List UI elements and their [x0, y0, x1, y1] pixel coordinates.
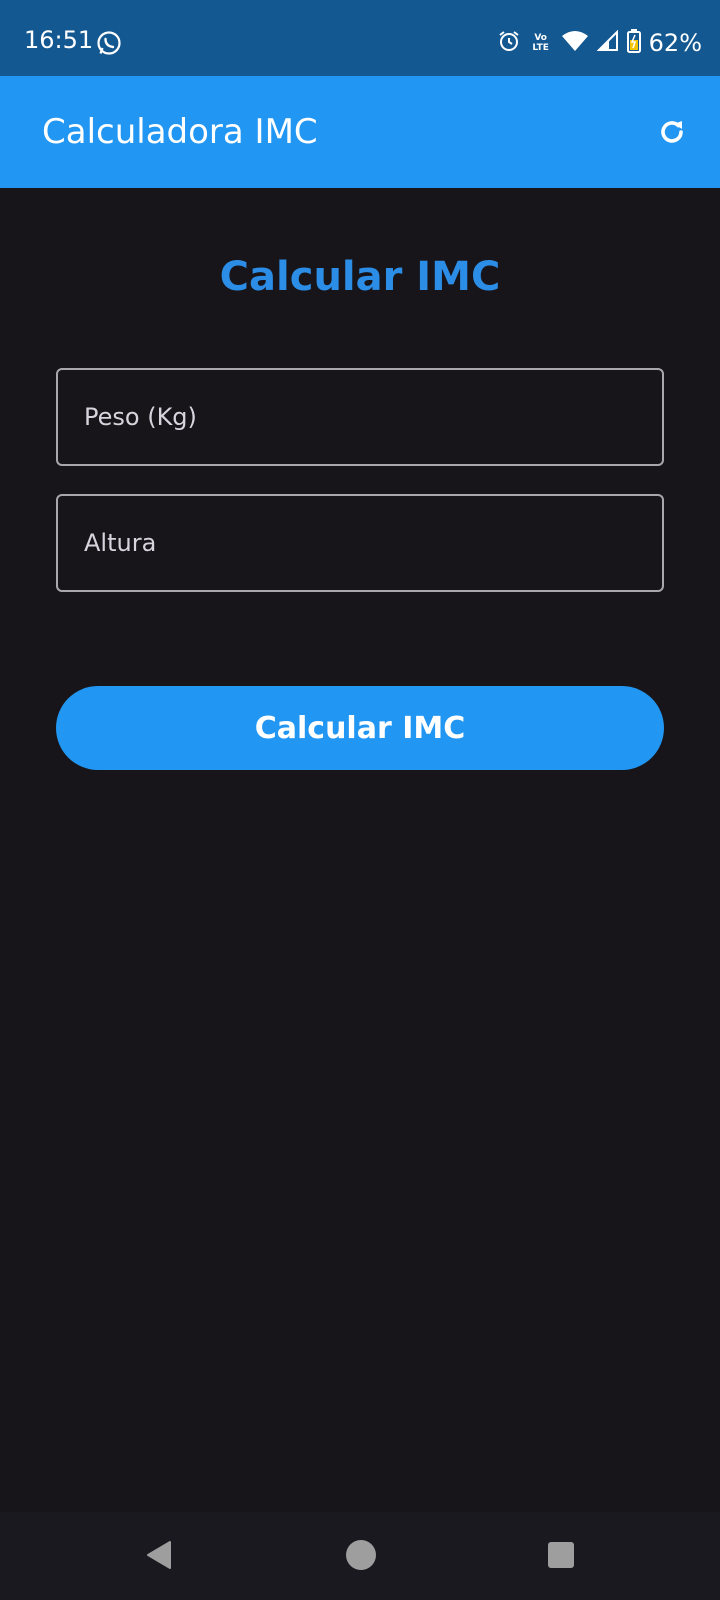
app-title: Calculadora IMC [42, 112, 318, 152]
calculate-button-label: Calcular IMC [254, 710, 466, 746]
wifi-icon [561, 30, 589, 56]
page-title: Calcular IMC [219, 254, 501, 300]
altura-placeholder: Altura [84, 529, 157, 557]
refresh-icon [661, 121, 683, 143]
volte-icon: Vo LTE [529, 33, 553, 53]
recents-icon[interactable] [548, 1542, 574, 1568]
status-bar: 16:51 Vo LTE 62% [0, 0, 720, 76]
volte-line1: Vo [534, 33, 547, 43]
volte-line2: LTE [532, 43, 549, 53]
status-icons: Vo LTE 62% [497, 28, 702, 58]
peso-input[interactable]: Peso (Kg) [56, 368, 664, 466]
battery-icon [626, 29, 641, 57]
battery-percent: 62% [648, 29, 702, 57]
altura-input[interactable]: Altura [56, 494, 664, 592]
calculate-button[interactable]: Calcular IMC [56, 686, 664, 770]
alarm-icon [497, 29, 521, 57]
status-time: 16:51 [24, 26, 94, 54]
app-bar: Calculadora IMC [0, 76, 720, 188]
refresh-button[interactable] [654, 114, 690, 150]
back-icon[interactable] [146, 1540, 172, 1574]
signal-icon [596, 29, 619, 56]
whatsapp-icon [96, 30, 122, 56]
peso-placeholder: Peso (Kg) [84, 403, 197, 431]
home-icon[interactable] [346, 1540, 376, 1570]
